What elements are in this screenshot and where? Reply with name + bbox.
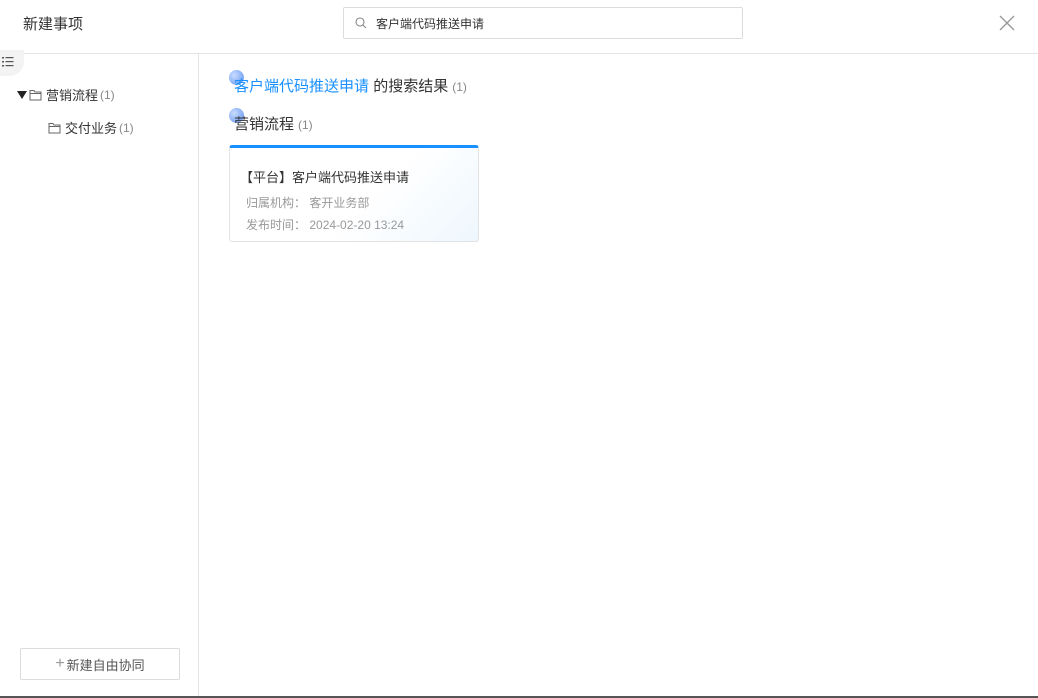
plus-icon: +: [55, 655, 65, 672]
search-icon: [355, 17, 367, 29]
group-count: (1): [298, 118, 313, 132]
main-content: 客户端代码推送申请 的搜索结果 (1) 营销流程 (1) 【平台】客户端代码推送申请…: [200, 54, 1038, 696]
close-icon[interactable]: [998, 14, 1016, 32]
new-button-label: 新建自由协同: [66, 657, 145, 673]
folder-icon: [48, 122, 61, 133]
sidebar-toggle[interactable]: [0, 50, 24, 76]
result-title: 客户端代码推送申请 的搜索结果 (1): [234, 75, 467, 96]
time-value: 2024-02-20 13:24: [309, 218, 405, 232]
result-keyword: 客户端代码推送申请: [234, 78, 370, 95]
new-free-collab-button[interactable]: + 新建自由协同: [20, 648, 180, 680]
org-value: 客开业务部: [309, 196, 370, 210]
tree-item-delivery[interactable]: 交付业务 (1): [48, 118, 134, 137]
tree-item-marketing[interactable]: 营销流程 (1): [17, 85, 115, 104]
result-count: (1): [452, 80, 467, 94]
group-title: 营销流程 (1): [234, 113, 313, 134]
search-box[interactable]: [343, 7, 743, 39]
header: 新建事项: [0, 0, 1038, 54]
group-label: 营销流程: [234, 116, 295, 133]
folder-icon: [29, 89, 42, 100]
search-input[interactable]: [376, 14, 726, 32]
card-title: 【平台】客户端代码推送申请: [240, 170, 410, 185]
card-org: 归属机构： 客开业务部: [246, 194, 369, 211]
result-card[interactable]: 【平台】客户端代码推送申请 归属机构： 客开业务部 发布时间： 2024-02-…: [229, 145, 479, 242]
result-suffix: 的搜索结果: [373, 78, 449, 95]
tree-item-label: 交付业务: [65, 121, 118, 136]
dialog-title: 新建事项: [23, 16, 84, 33]
list-icon: [2, 57, 14, 67]
caret-down-icon[interactable]: [17, 90, 27, 99]
org-label: 归属机构：: [246, 196, 307, 210]
sidebar: 营销流程 (1) 交付业务 (1) + 新建自由协同: [0, 50, 199, 696]
tree-item-label: 营销流程: [46, 88, 99, 103]
tree-item-count: (1): [100, 87, 115, 102]
tree-item-count: (1): [119, 120, 134, 135]
time-label: 发布时间：: [246, 218, 307, 232]
card-time: 发布时间： 2024-02-20 13:24: [246, 216, 404, 233]
